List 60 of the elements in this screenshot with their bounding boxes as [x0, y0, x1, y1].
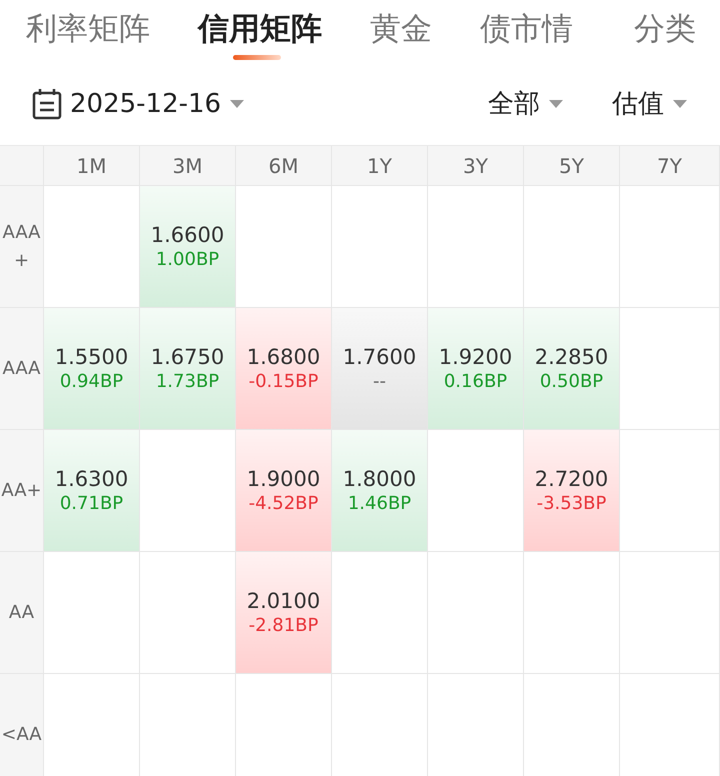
column-header: 6M: [236, 146, 332, 186]
column-header: 5Y: [524, 146, 620, 186]
tab-indicator: [233, 55, 281, 60]
yield-value: 2.2850: [534, 345, 608, 369]
yield-value: 2.0100: [246, 589, 320, 613]
date-dropdown[interactable]: 2025-12-16: [32, 88, 246, 120]
yield-change: --: [373, 371, 386, 392]
rating-header-cell: AA+: [0, 430, 44, 552]
yield-value: 1.9000: [246, 467, 320, 491]
scope-dropdown[interactable]: 全部: [488, 86, 564, 121]
yield-cell[interactable]: 1.9200 0.16BP: [428, 308, 524, 430]
rating-header-cell: AA: [0, 552, 44, 674]
column-header: 3Y: [428, 146, 524, 186]
yield-cell[interactable]: 2.0100 -2.81BP: [236, 552, 332, 674]
caret-icon: [548, 98, 564, 108]
measure-dropdown[interactable]: 估值: [612, 86, 688, 121]
yield-cell[interactable]: 1.8000 1.46BP: [332, 430, 428, 552]
yield-change: 0.71BP: [60, 493, 124, 514]
column-header: 1M: [44, 146, 140, 186]
yield-value: 1.5500: [54, 345, 128, 369]
yield-cell[interactable]: 1.6750 1.73BP: [140, 308, 236, 430]
yield-cell[interactable]: 1.7600 --: [332, 308, 428, 430]
tab[interactable]: 债市情: [480, 0, 573, 62]
calendar-icon: [32, 88, 62, 120]
tab[interactable]: 黄金: [370, 0, 432, 62]
rating-header-cell: AAA: [0, 308, 44, 430]
caret-icon: [229, 98, 246, 108]
column-header: 3M: [140, 146, 236, 186]
yield-cell[interactable]: 2.2850 0.50BP: [524, 308, 620, 430]
rating-header-cell: AAA+: [0, 186, 44, 308]
yield-cell[interactable]: 1.6600 1.00BP: [140, 186, 236, 308]
tab[interactable]: 信用矩阵: [198, 0, 322, 62]
yield-value: 2.7200: [534, 467, 608, 491]
yield-cell[interactable]: 2.7200 -3.53BP: [524, 430, 620, 552]
yield-change: -0.15BP: [248, 371, 318, 392]
yield-cell[interactable]: 1.6300 0.71BP: [44, 430, 140, 552]
tab[interactable]: 利率矩阵: [26, 0, 150, 62]
yield-value: 1.7600: [342, 345, 416, 369]
yield-change: 0.94BP: [60, 371, 124, 392]
yield-change: 1.00BP: [156, 249, 220, 270]
yield-cell[interactable]: 1.5500 0.94BP: [44, 308, 140, 430]
yield-change: -2.81BP: [248, 615, 318, 636]
yield-value: 1.6750: [150, 345, 224, 369]
yield-change: 0.16BP: [444, 371, 508, 392]
yield-cell[interactable]: 1.6800 -0.15BP: [236, 308, 332, 430]
yield-change: -3.53BP: [536, 493, 606, 514]
column-header: 1Y: [332, 146, 428, 186]
yield-cell[interactable]: 1.9000 -4.52BP: [236, 430, 332, 552]
yield-value: 1.9200: [438, 345, 512, 369]
yield-change: 1.46BP: [348, 493, 412, 514]
rating-header-cell: <AA: [0, 674, 44, 776]
yield-value: 1.8000: [342, 467, 416, 491]
yield-value: 1.6600: [150, 223, 224, 247]
caret-icon: [672, 98, 688, 108]
column-header: 7Y: [620, 146, 720, 186]
yield-change: 0.50BP: [540, 371, 604, 392]
yield-change: -4.52BP: [248, 493, 318, 514]
yield-value: 1.6300: [54, 467, 128, 491]
yield-value: 1.6800: [246, 345, 320, 369]
yield-change: 1.73BP: [156, 371, 220, 392]
